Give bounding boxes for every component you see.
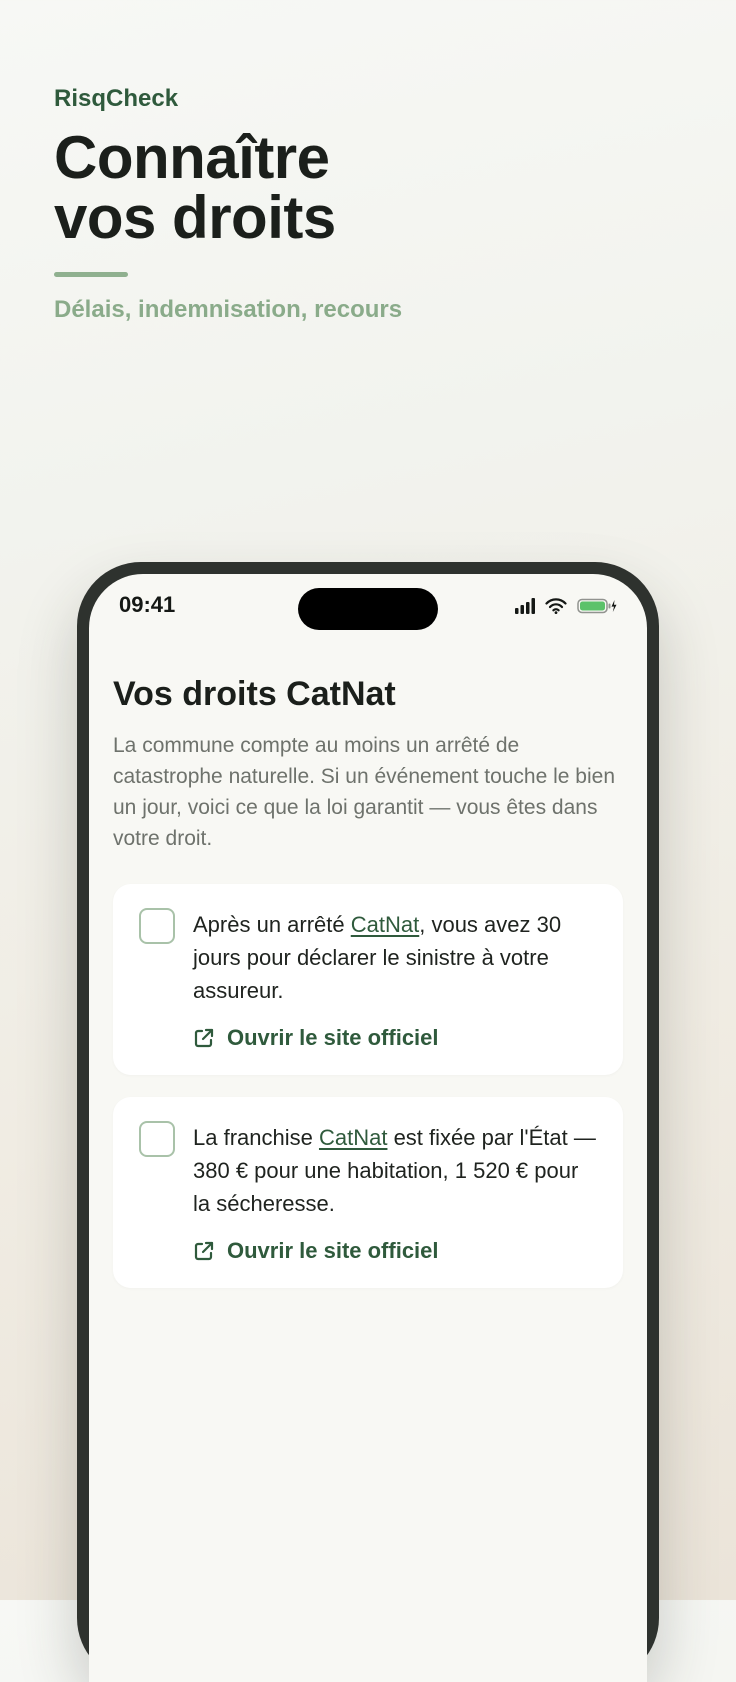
catnat-term-link[interactable]: CatNat: [351, 912, 419, 937]
right-card: Après un arrêté CatNat, vous avez 30 jou…: [113, 884, 623, 1075]
right-card-body: La franchise CatNat est fixée par l'État…: [193, 1121, 597, 1264]
open-official-site-link[interactable]: Ouvrir le site officiel: [193, 1025, 597, 1051]
promo-headline: Connaître vos droits: [54, 128, 674, 248]
open-official-site-label: Ouvrir le site officiel: [227, 1025, 439, 1050]
right-text-before: Après un arrêté: [193, 912, 351, 937]
status-time: 09:41: [119, 592, 176, 617]
rights-list: Après un arrêté CatNat, vous avez 30 jou…: [113, 884, 623, 1288]
battery-charging-icon: [577, 598, 617, 614]
right-text: La franchise CatNat est fixée par l'État…: [193, 1121, 597, 1220]
phone-frame: 09:41 Vos droits CatNat La commune compt…: [77, 562, 659, 1682]
right-text-before: La franchise: [193, 1125, 319, 1150]
screen-content: Vos droits CatNat La commune compte au m…: [113, 674, 623, 1288]
external-link-icon: [193, 1240, 215, 1262]
headline-line-1: Connaître: [54, 124, 330, 191]
right-card: La franchise CatNat est fixée par l'État…: [113, 1097, 623, 1288]
open-official-site-link[interactable]: Ouvrir le site officiel: [193, 1238, 597, 1264]
accent-divider: [54, 272, 128, 277]
status-icons: [515, 598, 617, 614]
dynamic-island: [298, 588, 438, 630]
headline-line-2: vos droits: [54, 184, 336, 251]
screen-title: Vos droits CatNat: [113, 675, 396, 713]
promo-subheading: Délais, indemnisation, recours: [54, 296, 403, 323]
brand-name: RisqCheck: [54, 85, 179, 112]
open-official-site-label: Ouvrir le site officiel: [227, 1238, 439, 1263]
status-bar: 09:41: [89, 574, 647, 634]
wifi-icon: [545, 598, 567, 614]
signal-icon: [515, 598, 535, 614]
right-card-body: Après un arrêté CatNat, vous avez 30 jou…: [193, 908, 597, 1051]
promo-header: RisqCheck Connaître vos droits Délais, i…: [54, 84, 674, 325]
intro-text: La commune compte au moins un arrêté de …: [113, 734, 616, 850]
external-link-icon: [193, 1027, 215, 1049]
catnat-term-link[interactable]: CatNat: [319, 1125, 387, 1150]
phone-screen: 09:41 Vos droits CatNat La commune compt…: [89, 574, 647, 1682]
right-text: Après un arrêté CatNat, vous avez 30 jou…: [193, 908, 597, 1007]
right-checkbox[interactable]: [139, 1121, 175, 1157]
right-checkbox[interactable]: [139, 908, 175, 944]
